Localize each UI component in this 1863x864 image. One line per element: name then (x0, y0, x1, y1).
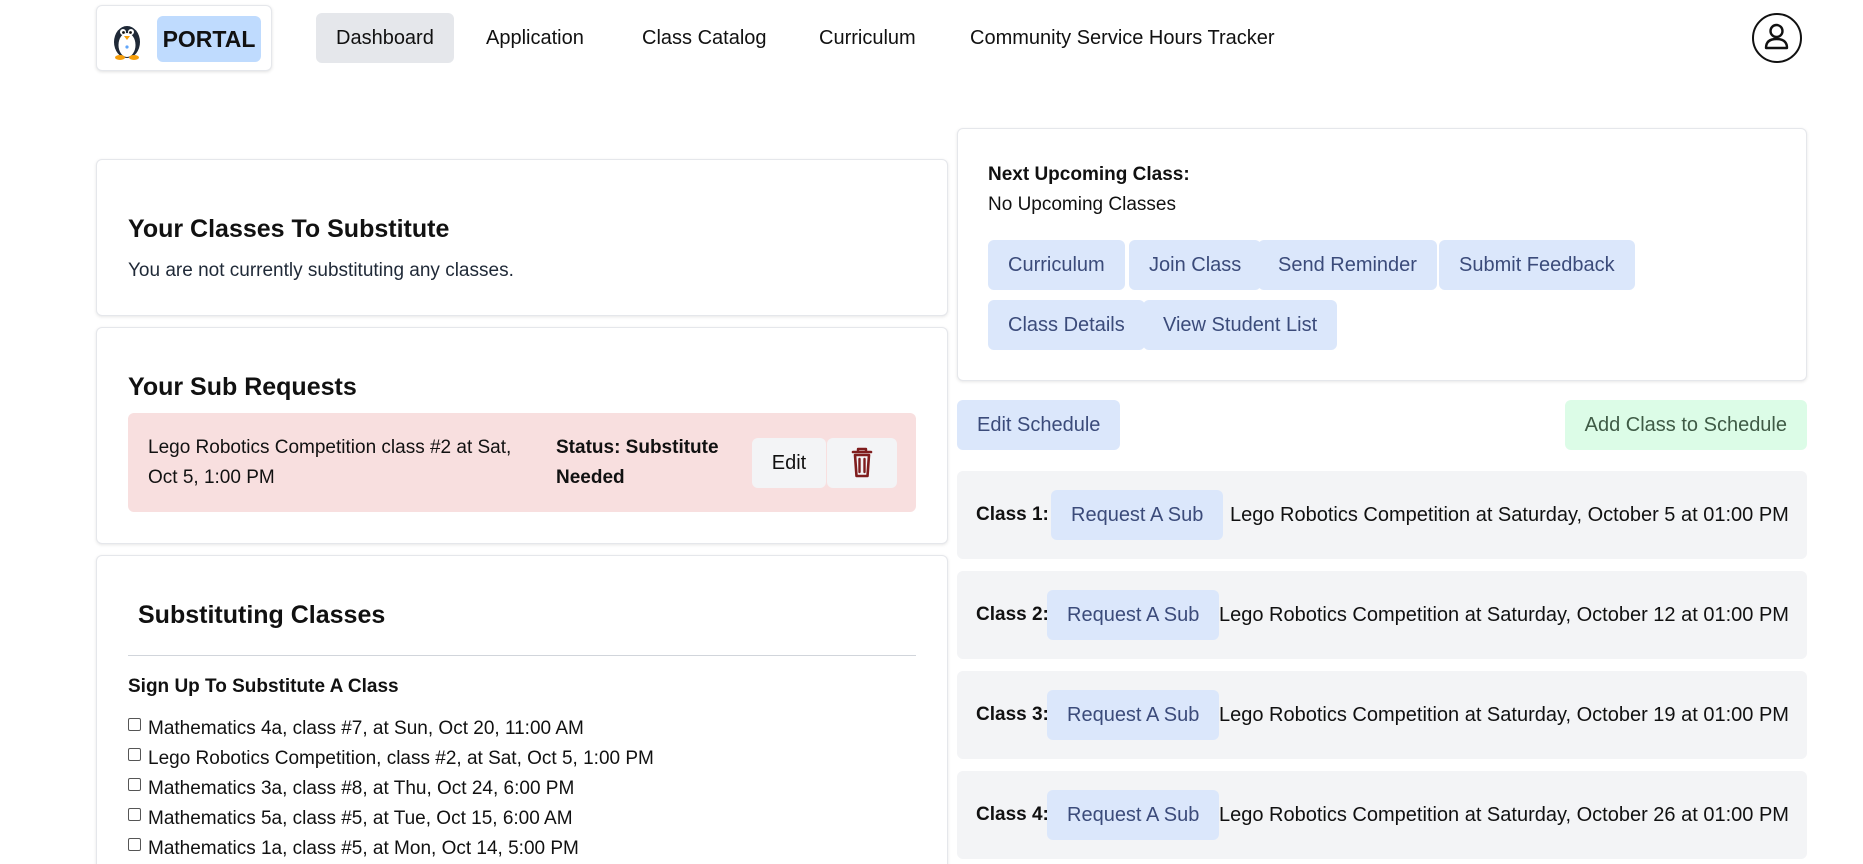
sub-request-item: Lego Robotics Competition class #2 at Sa… (128, 413, 916, 512)
send-reminder-button[interactable]: Send Reminder (1258, 240, 1437, 290)
schedule-class-row: Class 1: Request A Sub Lego Robotics Com… (957, 471, 1807, 559)
classes-to-substitute-title: Your Classes To Substitute (128, 215, 450, 243)
substituting-classes-card: Substituting Classes Sign Up To Substitu… (96, 555, 948, 864)
substitute-option[interactable]: Mathematics 5a, class #5, at Tue, Oct 15… (128, 806, 573, 832)
schedule-class-row: Class 3: Request A Sub Lego Robotics Com… (957, 671, 1807, 759)
join-class-button[interactable]: Join Class (1129, 240, 1262, 290)
substitute-option[interactable]: Mathematics 4a, class #7, at Sun, Oct 20… (128, 716, 584, 742)
substitute-option-label: Mathematics 1a, class #5, at Mon, Oct 14… (148, 838, 579, 859)
nav-class-catalog[interactable]: Class Catalog (622, 13, 787, 63)
sub-request-status: Status: Substitute Needed (556, 437, 719, 488)
substitute-option-label: Mathematics 5a, class #5, at Tue, Oct 15… (148, 808, 573, 829)
brand-name: PORTAL (157, 16, 261, 62)
penguin-logo-icon (114, 26, 140, 60)
schedule-class-description: Lego Robotics Competition at Saturday, O… (1219, 804, 1789, 826)
view-student-list-button[interactable]: View Student List (1143, 300, 1338, 350)
substitute-option-checkbox[interactable] (128, 748, 141, 761)
schedule-class-label: Class 1: (976, 504, 1049, 525)
upcoming-class-label: Next Upcoming Class: (988, 164, 1190, 185)
section-divider (128, 655, 916, 656)
substitute-option-label: Lego Robotics Competition, class #2, at … (148, 748, 654, 769)
upcoming-class-card: Next Upcoming Class: No Upcoming Classes… (957, 128, 1807, 381)
schedule-class-description: Lego Robotics Competition at Saturday, O… (1219, 604, 1789, 626)
substitute-option[interactable]: Lego Robotics Competition, class #2, at … (128, 746, 654, 772)
substitute-option[interactable]: Mathematics 3a, class #8, at Thu, Oct 24… (128, 776, 574, 802)
request-sub-button[interactable]: Request A Sub (1047, 690, 1220, 740)
curriculum-button[interactable]: Curriculum (988, 240, 1125, 290)
add-class-to-schedule-button[interactable]: Add Class to Schedule (1564, 400, 1807, 450)
signup-substitute-title: Sign Up To Substitute A Class (128, 676, 399, 697)
substitute-option[interactable]: Mathematics 1a, class #5, at Mon, Oct 14… (128, 836, 579, 862)
substitute-option-checkbox[interactable] (128, 808, 141, 821)
schedule-class-label: Class 4: (976, 804, 1049, 825)
substitute-option-checkbox[interactable] (128, 838, 141, 851)
delete-sub-request-button[interactable] (827, 438, 897, 488)
upcoming-class-value: No Upcoming Classes (988, 194, 1176, 215)
sub-requests-title: Your Sub Requests (128, 373, 357, 401)
nav-application[interactable]: Application (466, 13, 604, 63)
nav-curriculum[interactable]: Curriculum (799, 13, 936, 63)
substitute-option-label: Mathematics 4a, class #7, at Sun, Oct 20… (148, 718, 584, 739)
edit-schedule-button[interactable]: Edit Schedule (957, 400, 1121, 450)
schedule-class-row: Class 2: Request A Sub Lego Robotics Com… (957, 571, 1807, 659)
nav-community-service-hours-tracker[interactable]: Community Service Hours Tracker (950, 13, 1295, 63)
substituting-classes-title: Substituting Classes (138, 601, 386, 629)
classes-to-substitute-card: Your Classes To Substitute You are not c… (96, 159, 948, 316)
schedule-class-label: Class 3: (976, 704, 1049, 725)
request-sub-button[interactable]: Request A Sub (1047, 790, 1220, 840)
request-sub-button[interactable]: Request A Sub (1051, 490, 1224, 540)
sub-requests-card: Your Sub Requests Lego Robotics Competit… (96, 327, 948, 544)
request-sub-button[interactable]: Request A Sub (1047, 590, 1220, 640)
logo-link[interactable]: PORTAL (96, 5, 272, 71)
substitute-option-checkbox[interactable] (128, 718, 141, 731)
sub-request-text: Lego Robotics Competition class #2 at Sa… (148, 437, 512, 488)
substitute-option-label: Mathematics 3a, class #8, at Thu, Oct 24… (148, 778, 575, 799)
schedule-class-label: Class 2: (976, 604, 1049, 625)
trash-icon (851, 447, 873, 478)
schedule-class-row: Class 4: Request A Sub Lego Robotics Com… (957, 771, 1807, 859)
edit-sub-request-button[interactable]: Edit (752, 438, 826, 488)
class-details-button[interactable]: Class Details (988, 300, 1145, 350)
nav-dashboard[interactable]: Dashboard (316, 13, 454, 63)
schedule-class-description: Lego Robotics Competition at Saturday, O… (1219, 704, 1789, 726)
substitute-option-checkbox[interactable] (128, 778, 141, 791)
user-avatar-icon[interactable] (1752, 13, 1802, 63)
submit-feedback-button[interactable]: Submit Feedback (1439, 240, 1635, 290)
classes-to-substitute-empty: You are not currently substituting any c… (128, 260, 514, 281)
schedule-class-description: Lego Robotics Competition at Saturday, O… (1230, 504, 1789, 526)
